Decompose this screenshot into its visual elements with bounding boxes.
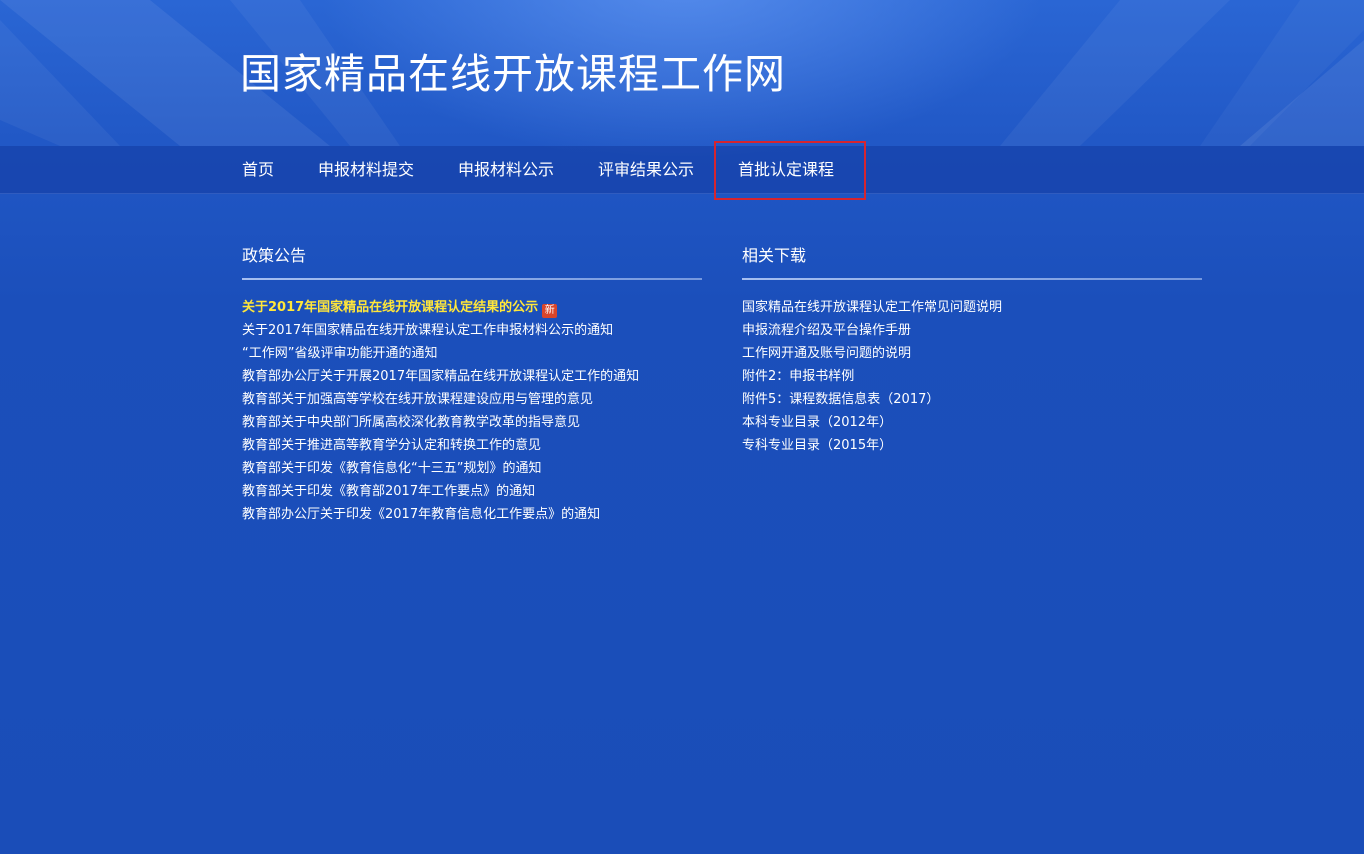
policy-item[interactable]: “工作网”省级评审功能开通的通知: [242, 342, 702, 365]
site-header: 国家精品在线开放课程工作网: [0, 0, 1364, 146]
downloads-list: 国家精品在线开放课程认定工作常见问题说明 申报流程介绍及平台操作手册 工作网开通…: [742, 296, 1202, 457]
policy-item[interactable]: 教育部关于印发《教育信息化“十三五”规划》的通知: [242, 457, 702, 480]
download-item[interactable]: 本科专业目录（2012年）: [742, 411, 1202, 434]
policy-item[interactable]: 教育部办公厅关于印发《2017年教育信息化工作要点》的通知: [242, 503, 702, 526]
download-item[interactable]: 附件5：课程数据信息表（2017）: [742, 388, 1202, 411]
main-navigation: 首页 申报材料提交 申报材料公示 评审结果公示 首批认定课程: [0, 146, 1364, 194]
policy-heading: 政策公告: [242, 246, 307, 265]
nav-highlight-box: [714, 141, 866, 200]
download-item[interactable]: 工作网开通及账号问题的说明: [742, 342, 1202, 365]
policy-item[interactable]: 教育部关于印发《教育部2017年工作要点》的通知: [242, 480, 702, 503]
downloads-heading: 相关下载: [742, 246, 807, 265]
new-badge-icon: 新: [542, 304, 558, 318]
policy-list: 关于2017年国家精品在线开放课程认定结果的公示新 关于2017年国家精品在线开…: [242, 296, 702, 526]
download-item[interactable]: 申报流程介绍及平台操作手册: [742, 319, 1202, 342]
policy-item[interactable]: 教育部关于推进高等教育学分认定和转换工作的意见: [242, 434, 702, 457]
policy-item-label: 关于2017年国家精品在线开放课程认定结果的公示: [242, 300, 539, 315]
downloads-divider: [742, 278, 1202, 280]
nav-item-review-results[interactable]: 评审结果公示: [598, 146, 694, 193]
downloads-section: 相关下载 国家精品在线开放课程认定工作常见问题说明 申报流程介绍及平台操作手册 …: [742, 240, 1202, 457]
site-title: 国家精品在线开放课程工作网: [240, 50, 786, 98]
policy-section: 政策公告 关于2017年国家精品在线开放课程认定结果的公示新 关于2017年国家…: [242, 240, 702, 526]
policy-item[interactable]: 关于2017年国家精品在线开放课程认定工作申报材料公示的通知: [242, 319, 702, 342]
policy-item[interactable]: 教育部关于加强高等学校在线开放课程建设应用与管理的意见: [242, 388, 702, 411]
policy-item[interactable]: 教育部办公厅关于开展2017年国家精品在线开放课程认定工作的通知: [242, 365, 702, 388]
download-item[interactable]: 国家精品在线开放课程认定工作常见问题说明: [742, 296, 1202, 319]
policy-divider: [242, 278, 702, 280]
nav-item-materials-publicity[interactable]: 申报材料公示: [458, 146, 554, 193]
download-item[interactable]: 专科专业目录（2015年）: [742, 434, 1202, 457]
nav-item-home[interactable]: 首页: [242, 146, 274, 193]
policy-item[interactable]: 教育部关于中央部门所属高校深化教育教学改革的指导意见: [242, 411, 702, 434]
download-item[interactable]: 附件2：申报书样例: [742, 365, 1202, 388]
policy-item-featured[interactable]: 关于2017年国家精品在线开放课程认定结果的公示新: [242, 296, 702, 319]
nav-item-submit-materials[interactable]: 申报材料提交: [318, 146, 414, 193]
